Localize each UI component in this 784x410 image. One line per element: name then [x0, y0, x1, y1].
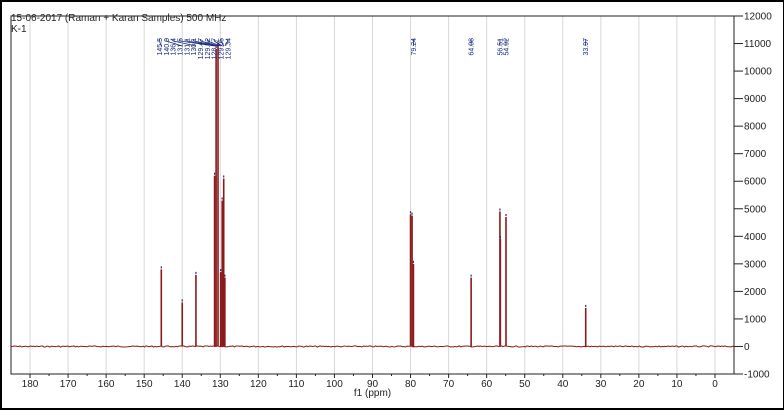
x-tick-label: 20 [633, 379, 645, 390]
y-tick-label: 6000 [744, 177, 767, 188]
x-tick-label: 170 [60, 379, 77, 390]
y-tick-label: -1000 [744, 370, 770, 381]
y-tick-label: 5000 [744, 204, 767, 215]
nmr-spectrum-chart: 180 170 160 150 140 130 120 110 100 90 80 70 60 50 40 3… [10, 12, 772, 399]
y-tick-label: 9000 [744, 94, 767, 105]
chart-subtitle: K-1 [11, 24, 27, 35]
chart-title: 15-06-2017 (Raman + Karan Samples) 500 M… [11, 13, 227, 24]
x-tick-label: 40 [557, 379, 569, 390]
y-tick-label: 3000 [744, 259, 767, 270]
x-tick-label: 140 [174, 379, 191, 390]
x-tick-label: 100 [326, 379, 343, 390]
y-tick-label: 11000 [744, 39, 772, 50]
y-tick-label: 0 [744, 342, 750, 353]
y-tick-label: 4000 [744, 232, 767, 243]
chart-frame: 15-06-2017 (Raman + Karan Samples) 500 M… [0, 0, 784, 410]
y-tick-label: 2000 [744, 287, 767, 298]
peak-label: 54.92 [503, 38, 510, 56]
peak-label: 64.08 [469, 38, 476, 56]
y-tick-label: 1000 [744, 314, 767, 325]
x-tick-label: 120 [250, 379, 267, 390]
x-tick-label: 150 [136, 379, 153, 390]
x-tick-label: 80 [405, 379, 417, 390]
x-tick-label: 160 [98, 379, 115, 390]
peak-label: 129.34 [225, 38, 232, 60]
x-tick-label: 130 [212, 379, 229, 390]
x-tick-label: 50 [519, 379, 531, 390]
y-tick-label: 7000 [744, 149, 767, 160]
title-block: 15-06-2017 (Raman + Karan Samples) 500 M… [11, 13, 226, 35]
x-axis-label: f1 (ppm) [354, 388, 391, 399]
y-tick-label: 8000 [744, 122, 767, 133]
peak-label: 33.97 [583, 38, 590, 56]
y-tick-label: 12000 [744, 12, 772, 23]
x-tick-label: 110 [288, 379, 304, 390]
x-tick-label: 70 [443, 379, 455, 390]
x-tick-label: 10 [671, 379, 683, 390]
y-tick-label: 10000 [744, 67, 772, 78]
peak-label: 79.24 [411, 38, 418, 56]
x-tick-label: 60 [481, 379, 493, 390]
x-tick-label: 30 [595, 379, 607, 390]
x-tick-label: 180 [22, 379, 39, 390]
x-tick-label: 0 [712, 379, 718, 390]
